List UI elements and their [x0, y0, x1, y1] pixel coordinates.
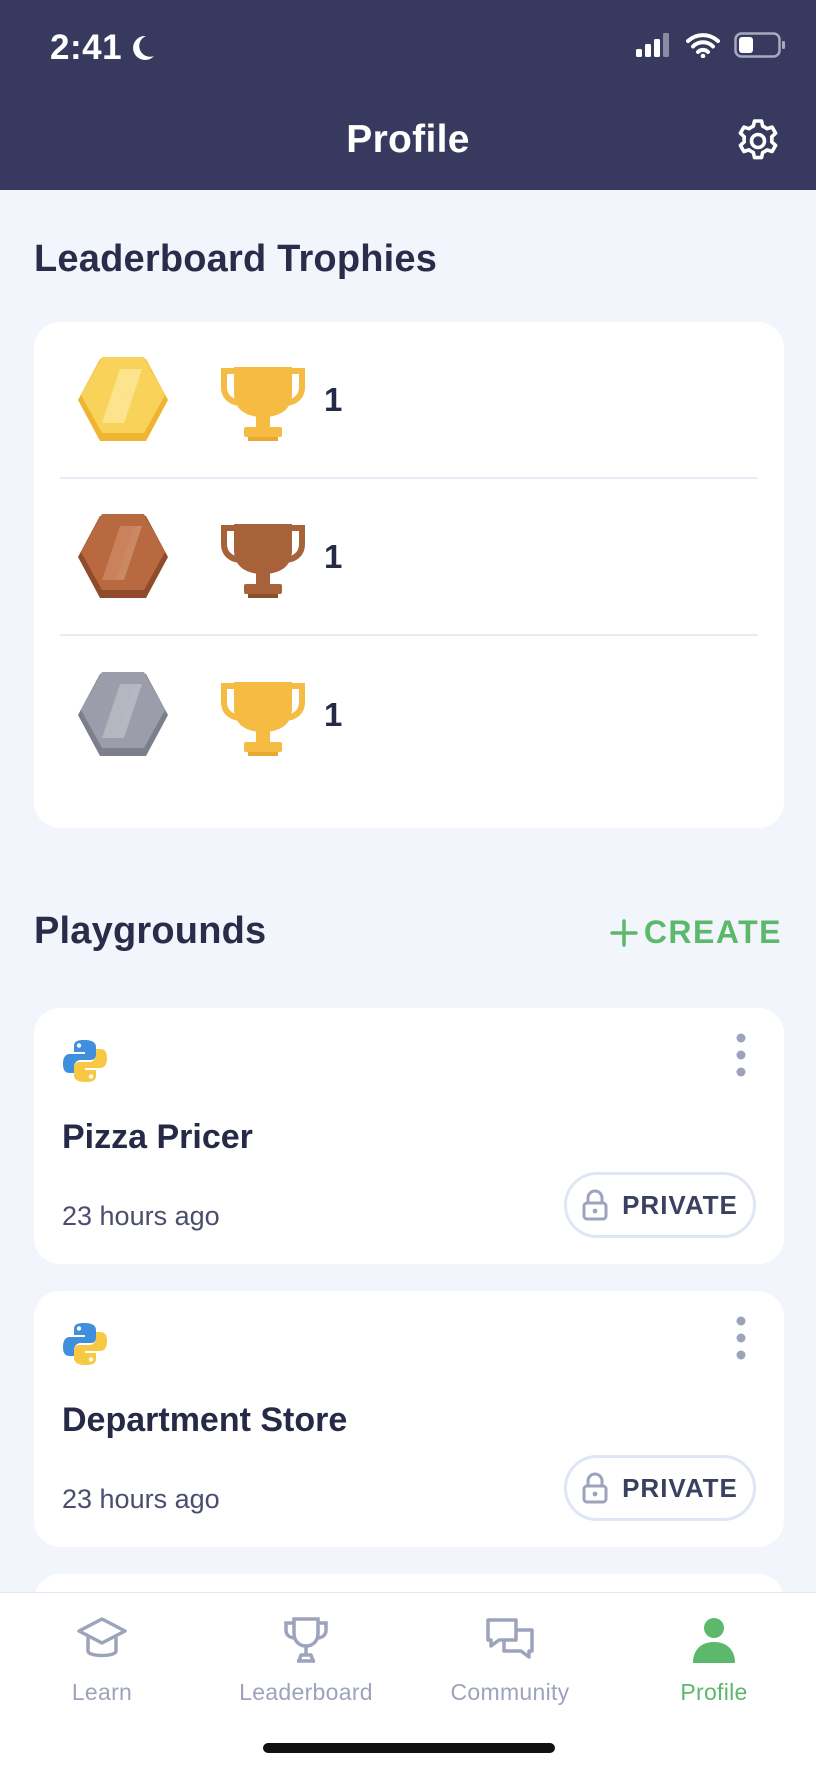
person-icon [693, 1618, 735, 1663]
status-bar-time: 2:41 [50, 28, 156, 68]
gold-cup-icon [221, 681, 305, 756]
create-playground-button[interactable]: CREATE [610, 914, 782, 951]
gold-badge-icon [78, 356, 168, 441]
playground-card[interactable]: Department Store 23 hours ago PRIVATE [34, 1291, 784, 1547]
trophies-section-title: Leaderboard Trophies [34, 238, 438, 280]
trophy-icon [284, 1617, 328, 1663]
wifi-icon [686, 33, 720, 58]
signal-icon [636, 33, 669, 57]
silver-badge-icon [78, 671, 168, 756]
more-options-icon[interactable] [732, 1032, 750, 1078]
trophy-row-bronze: 1 [60, 479, 758, 636]
playgrounds-section-title: Playgrounds [34, 910, 267, 952]
trophy-row-silver: 1 [60, 636, 758, 793]
playground-timestamp: 23 hours ago [62, 1201, 220, 1231]
graduation-cap-icon [77, 1617, 127, 1658]
settings-gear-icon[interactable] [734, 117, 782, 165]
playground-timestamp: 23 hours ago [62, 1484, 220, 1514]
tab-community[interactable]: Community [408, 1593, 612, 1723]
bronze-cup-icon [221, 523, 305, 598]
chat-bubbles-icon [486, 1618, 534, 1659]
tab-profile[interactable]: Profile [612, 1593, 816, 1723]
app-header: 2:41 Profile [0, 0, 816, 190]
trophy-count: 1 [324, 695, 343, 733]
playground-name: Department Store [62, 1401, 348, 1439]
tab-label: Community [450, 1679, 570, 1705]
lock-icon [582, 1189, 608, 1221]
status-time-label: 2:41 [50, 28, 123, 67]
home-indicator [263, 1743, 555, 1753]
playground-name: Pizza Pricer [62, 1118, 253, 1156]
gold-cup-icon [221, 366, 305, 441]
bronze-badge-icon [78, 513, 168, 598]
trophy-count: 1 [324, 380, 343, 418]
tab-label: Profile [680, 1679, 748, 1705]
python-icon [63, 1040, 107, 1082]
visibility-label: PRIVATE [622, 1472, 738, 1503]
page-title: Profile [346, 118, 470, 161]
playground-card[interactable]: Pizza Pricer 23 hours ago PRIVATE [34, 1008, 784, 1264]
trophy-count: 1 [324, 537, 343, 575]
tab-label: Leaderboard [239, 1679, 373, 1705]
more-options-icon[interactable] [732, 1315, 750, 1361]
lock-icon [582, 1472, 608, 1504]
trophies-card: 1 1 1 [34, 322, 784, 828]
tab-learn[interactable]: Learn [0, 1593, 204, 1723]
python-icon [63, 1323, 107, 1365]
tab-leaderboard[interactable]: Leaderboard [204, 1593, 408, 1723]
tab-label: Learn [71, 1679, 133, 1705]
create-button-label: CREATE [643, 914, 782, 950]
battery-icon [734, 32, 785, 58]
status-bar-indicators [636, 32, 786, 58]
plus-icon [610, 918, 638, 947]
visibility-badge[interactable]: PRIVATE [564, 1172, 756, 1238]
moon-icon [133, 35, 155, 60]
trophy-row-gold: 1 [60, 322, 758, 479]
visibility-label: PRIVATE [622, 1189, 738, 1220]
visibility-badge[interactable]: PRIVATE [564, 1455, 756, 1521]
